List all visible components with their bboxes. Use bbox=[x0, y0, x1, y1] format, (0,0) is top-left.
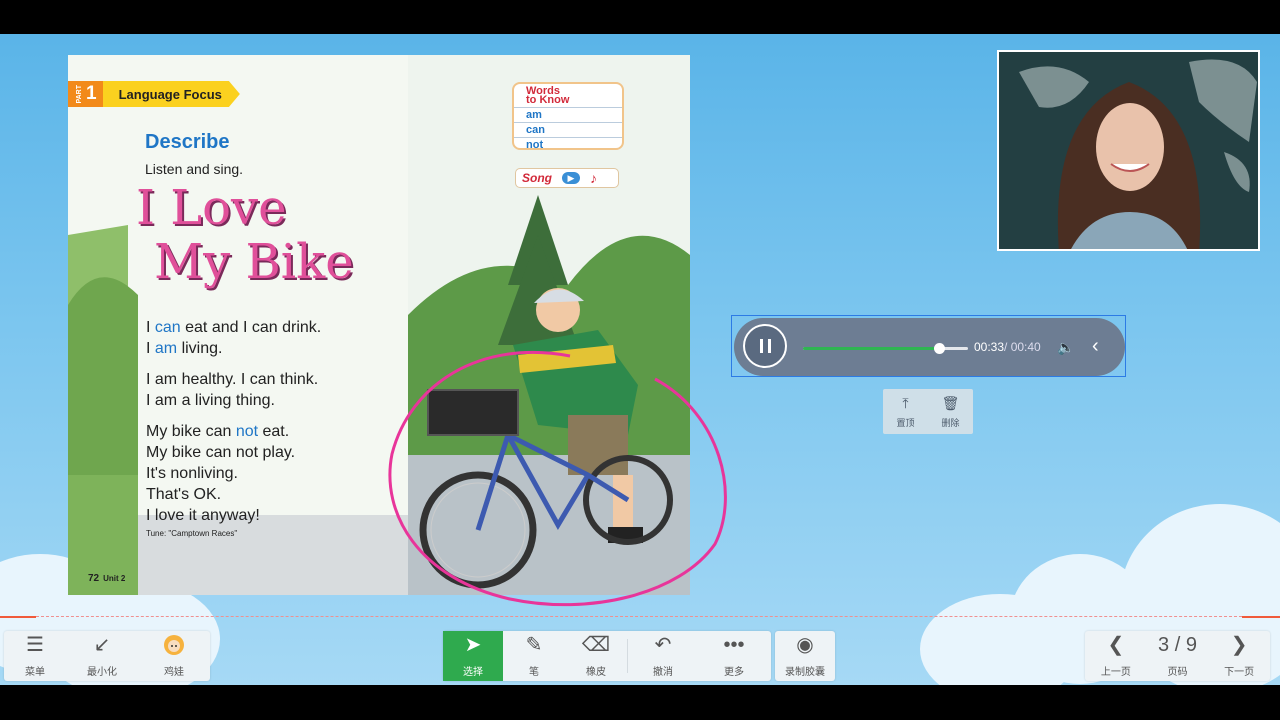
next-page-button[interactable]: ❯ 下一页 bbox=[1208, 631, 1270, 681]
teacher-video-frame bbox=[999, 52, 1258, 249]
vocab-word: can bbox=[514, 123, 622, 138]
select-tool[interactable]: ➤ 选择 bbox=[443, 631, 503, 681]
eraser-tool[interactable]: ⌫ 橡皮 bbox=[565, 631, 627, 681]
avatar-icon bbox=[163, 634, 185, 656]
boundary-line bbox=[1242, 616, 1280, 618]
lyric-stanza: My bike can not eat. My bike can not pla… bbox=[146, 423, 296, 524]
volume-icon[interactable]: 🔈 bbox=[1057, 339, 1074, 356]
chevron-right-icon: ❯ bbox=[1230, 634, 1248, 656]
hamburger-icon: ☰ bbox=[26, 634, 44, 656]
boundary-line bbox=[0, 616, 36, 618]
audio-progress-fill bbox=[803, 347, 940, 350]
object-context-menu: ⤒ 置顶 🗑 删除 bbox=[883, 389, 973, 434]
page-indicator[interactable]: 3 / 9 页码 bbox=[1147, 631, 1209, 681]
song-label: Song bbox=[522, 171, 552, 185]
collapse-icon[interactable]: ‹ bbox=[1092, 335, 1099, 358]
pause-icon bbox=[759, 339, 763, 353]
prev-page-button[interactable]: ❮ 上一页 bbox=[1085, 631, 1147, 681]
more-dots-icon: ••• bbox=[723, 634, 745, 656]
audio-time: 00:33/ 00:40 bbox=[974, 340, 1041, 354]
music-note-icon: ♪ bbox=[590, 170, 597, 186]
pin-top-icon: ⤒ bbox=[902, 394, 909, 411]
part-banner: PART 1 Language Focus bbox=[68, 81, 240, 107]
audio-player-body: 00:33/ 00:40 🔈 ‹ bbox=[734, 318, 1125, 376]
pause-button[interactable] bbox=[743, 324, 787, 368]
page-number: 72 Unit 2 bbox=[88, 573, 126, 584]
song-audio-badge[interactable]: Song ▶ ♪ bbox=[515, 168, 619, 188]
whiteboard-canvas[interactable]: PART 1 Language Focus Words to Know am ca… bbox=[0, 34, 1280, 685]
audio-player[interactable]: 00:33/ 00:40 🔈 ‹ bbox=[731, 315, 1126, 377]
pager-toolbar: ❮ 上一页 3 / 9 页码 ❯ 下一页 bbox=[1085, 631, 1270, 681]
section-label: Language Focus bbox=[102, 81, 240, 107]
menu-button[interactable]: ☰ 菜单 bbox=[4, 631, 66, 681]
undo-icon: ↶ bbox=[654, 634, 672, 656]
trash-icon: 🗑 bbox=[941, 394, 960, 411]
part-number: PART 1 bbox=[68, 81, 103, 107]
song-lyrics: I can eat and I can drink. I am living. … bbox=[146, 317, 321, 536]
pen-icon: ✎ bbox=[525, 634, 543, 656]
eraser-icon: ⌫ bbox=[581, 634, 611, 656]
teacher-webcam[interactable] bbox=[997, 50, 1260, 251]
pen-tool[interactable]: ✎ 笔 bbox=[503, 631, 565, 681]
chevron-left-icon: ❮ bbox=[1107, 634, 1125, 656]
pen-annotation-circle[interactable] bbox=[380, 344, 740, 614]
undo-button[interactable]: ↶ 撤消 bbox=[628, 631, 698, 681]
instruction-text: Listen and sing. bbox=[145, 161, 244, 177]
record-capsule-icon: ◉ bbox=[796, 634, 814, 656]
song-title: I Love My Bike bbox=[136, 180, 354, 290]
record-capsule-button[interactable]: ◉ 录制胶囊 bbox=[775, 631, 835, 681]
minimize-button[interactable]: ↙ 最小化 bbox=[66, 631, 138, 681]
avatar-button[interactable]: 鸡娃 bbox=[138, 631, 210, 681]
vocab-word: not bbox=[526, 139, 544, 151]
audio-progress-handle[interactable] bbox=[934, 343, 946, 354]
drawing-toolbar: ➤ 选择 ✎ 笔 ⌫ 橡皮 ↶ 撤消 ••• 更多 bbox=[443, 631, 771, 681]
minimize-icon: ↙ bbox=[93, 634, 111, 656]
audio-progress-bar[interactable] bbox=[803, 343, 968, 354]
words-to-know-title: Words to Know bbox=[514, 84, 622, 108]
section-heading: Describe bbox=[145, 131, 230, 153]
lyric-stanza: I am healthy. I can think. I am a living… bbox=[146, 371, 319, 409]
speaker-icon: ▶ bbox=[562, 172, 580, 184]
vocab-word: am bbox=[514, 108, 622, 123]
record-toolbar: ◉ 录制胶囊 bbox=[775, 631, 835, 681]
pin-to-top-button[interactable]: ⤒ 置顶 bbox=[883, 389, 928, 434]
tune-credit: Tune: "Camptown Races" bbox=[146, 529, 238, 538]
left-toolbar: ☰ 菜单 ↙ 最小化 鸡娃 bbox=[4, 631, 210, 681]
cursor-icon: ➤ bbox=[464, 634, 482, 656]
more-button[interactable]: ••• 更多 bbox=[698, 631, 770, 681]
lyric-stanza: I can eat and I can drink. I am living. bbox=[146, 319, 322, 357]
words-to-know-box: Words to Know am can not bbox=[512, 82, 624, 151]
boundary-dashed-line bbox=[36, 616, 1242, 617]
delete-button[interactable]: 🗑 删除 bbox=[928, 389, 973, 434]
